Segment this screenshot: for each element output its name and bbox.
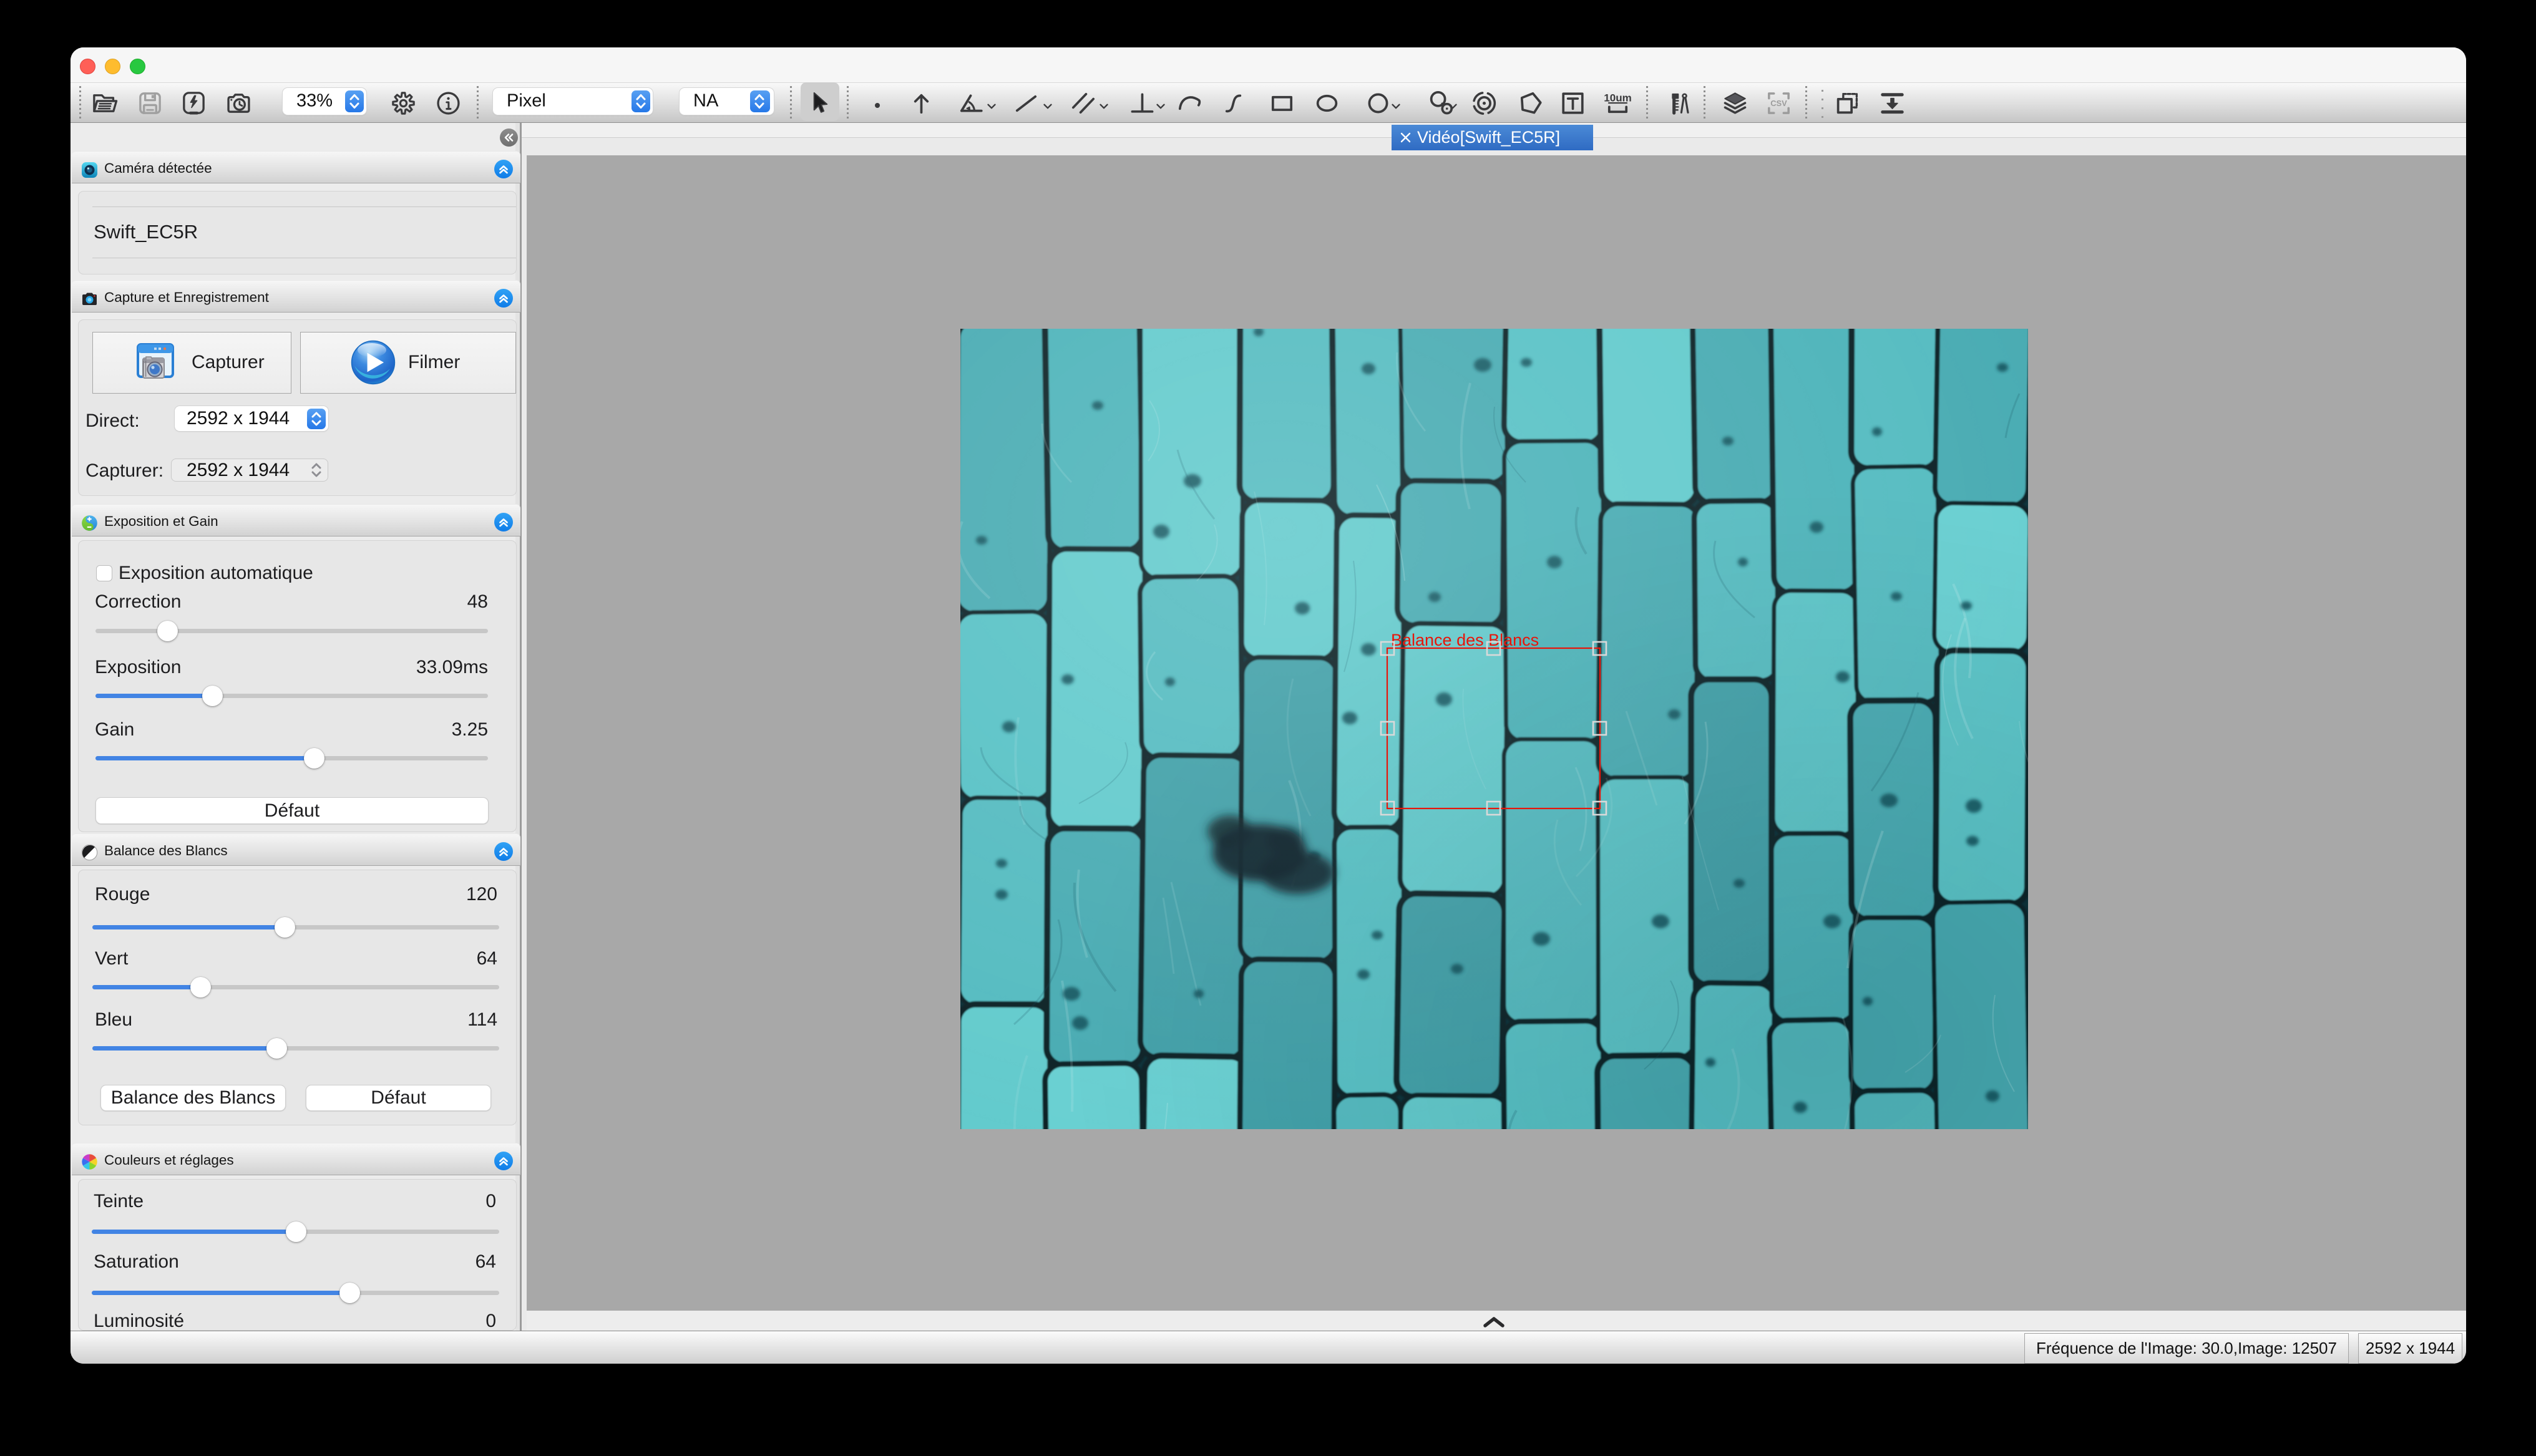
svg-text:CSV: CSV — [1770, 99, 1787, 108]
svg-text:10um: 10um — [1604, 92, 1631, 104]
svg-text:Balance des Blancs: Balance des Blancs — [1391, 631, 1539, 649]
